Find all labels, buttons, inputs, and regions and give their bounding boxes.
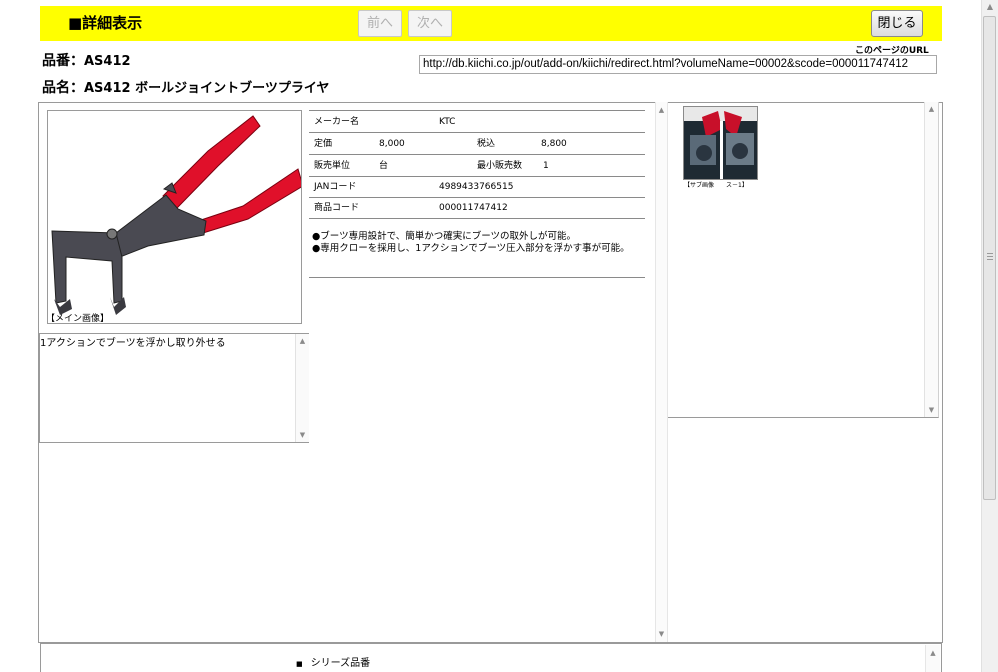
tax-incl-label: 税込 <box>477 139 496 149</box>
item-code-value: 000011747412 <box>439 203 508 213</box>
scroll-down-icon[interactable]: ▼ <box>296 431 309 439</box>
feature-divider <box>309 277 645 278</box>
next-button[interactable]: 次へ <box>408 10 452 37</box>
scroll-down-icon[interactable]: ▼ <box>656 630 667 638</box>
feature-list: ●ブーツ専用設計で、簡単かつ確実にブーツの取外しが可能。 ●専用クローを採用し、… <box>312 231 638 254</box>
sub-pane-inner-scrollbar[interactable]: ▲ ▼ <box>924 102 938 417</box>
sub-image-caption: 【サブ画像 ス－1】 <box>684 182 748 189</box>
pliers-image <box>51 115 304 315</box>
maker-label: メーカー名 <box>314 117 360 127</box>
min-qty-label: 最小販売数 <box>477 161 523 171</box>
spec-row-unit: 販売単位 台 最小販売数 1 <box>309 155 645 177</box>
main-image-caption: 【メイン画像】 <box>46 314 110 324</box>
jan-value: 4989433766515 <box>439 182 514 192</box>
series-frame <box>40 643 942 672</box>
scroll-up-icon[interactable]: ▲ <box>982 2 998 11</box>
maker-value: KTC <box>439 117 456 127</box>
list-price-value: 8,000 <box>379 139 405 149</box>
min-qty-value: 1 <box>543 161 549 171</box>
spec-row-jan: JANコード 4989433766515 <box>309 177 645 198</box>
tax-incl-value: 8,800 <box>541 139 567 149</box>
series-label: ■ シリーズ品番 <box>296 654 370 669</box>
product-name: AS412 ボールジョイントブーツプライヤ <box>84 81 330 96</box>
product-name-label: 品名： <box>42 80 84 96</box>
close-button[interactable]: 閉じる <box>871 10 923 37</box>
unit-label: 販売単位 <box>314 161 351 171</box>
scroll-down-icon[interactable]: ▼ <box>925 406 938 414</box>
product-name-line: 品名：AS412 ボールジョイントブーツプライヤ <box>42 77 329 97</box>
feature-item: ●専用クローを採用し、1アクションでブーツ圧入部分を浮かす事が可能。 <box>312 242 630 254</box>
spec-row-item-code: 商品コード 000011747412 <box>309 198 645 219</box>
page-url-field[interactable]: http://db.kiichi.co.jp/out/add-on/kiichi… <box>419 55 937 74</box>
window-scroll-thumb[interactable] <box>983 16 996 500</box>
scroll-up-icon[interactable]: ▲ <box>926 649 940 657</box>
description-text: 1アクションでブーツを浮かし取り外せる <box>40 338 226 349</box>
description-box[interactable]: ▲ ▼ <box>39 333 309 443</box>
scroll-up-icon[interactable]: ▲ <box>296 337 309 345</box>
series-scrollbar[interactable]: ▲ <box>925 645 940 672</box>
bullet-icon: ■ <box>296 660 303 668</box>
spec-row-price: 定価 8,000 税込 8,800 <box>309 133 645 155</box>
sub-image-scrollbar[interactable]: ▲ ▼ <box>655 102 668 642</box>
spec-row-maker: メーカー名 KTC <box>309 111 645 133</box>
prev-button[interactable]: 前へ <box>358 10 402 37</box>
header-bar <box>40 6 942 41</box>
list-price-label: 定価 <box>314 139 333 149</box>
product-code-line: 品番：AS412 <box>42 50 131 70</box>
unit-value: 台 <box>379 161 389 171</box>
series-label-text: シリーズ品番 <box>310 658 371 669</box>
description-scrollbar[interactable]: ▲ ▼ <box>295 334 309 442</box>
scroll-up-icon[interactable]: ▲ <box>925 105 938 113</box>
page-title: ■詳細表示 <box>68 14 143 32</box>
sub-image-photo <box>684 107 757 179</box>
scroll-up-icon[interactable]: ▲ <box>656 106 667 114</box>
sub-image-thumbnail[interactable] <box>683 106 758 180</box>
product-code-label: 品番： <box>42 53 84 69</box>
product-code: AS412 <box>84 54 131 69</box>
feature-item: ●ブーツ専用設計で、簡単かつ確実にブーツの取外しが可能。 <box>312 231 577 242</box>
main-image[interactable] <box>47 110 304 324</box>
item-code-label: 商品コード <box>314 203 360 213</box>
jan-label: JANコード <box>314 182 357 192</box>
